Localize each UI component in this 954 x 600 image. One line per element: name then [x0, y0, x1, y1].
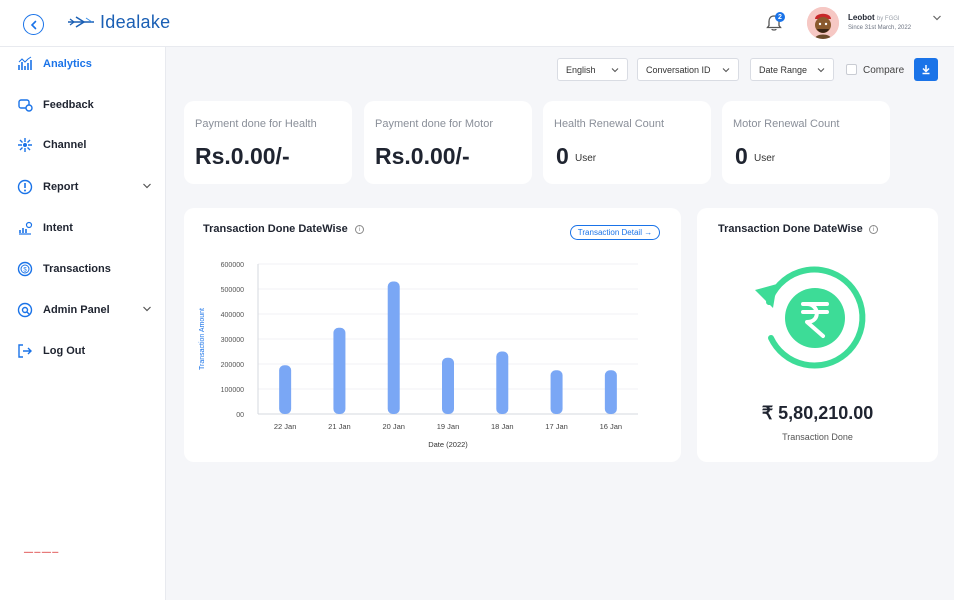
chevron-down-icon [143, 183, 151, 189]
chevron-down-icon[interactable] [932, 14, 942, 22]
stat-value: 0 [735, 143, 748, 169]
language-select[interactable]: English [557, 58, 628, 81]
language-value: English [566, 64, 596, 75]
compare-checkbox[interactable] [846, 64, 857, 75]
chevron-down-icon [611, 68, 619, 73]
sidebar-item-label: Analytics [43, 58, 92, 70]
chart-bar [333, 327, 346, 414]
user-avatar-icon [807, 7, 839, 39]
sidebar-footer-mark: ━━━ ━━ ━━━ ━━ [24, 550, 59, 556]
stat-title: Health Renewal Count [554, 118, 665, 130]
alert-circle-icon [17, 179, 33, 195]
stat-title: Payment done for Motor [375, 118, 494, 130]
admin-icon [17, 302, 33, 318]
user-name: Leobot by FGGI [848, 13, 900, 22]
intent-icon [19, 221, 33, 235]
x-tick-label: 17 Jan [545, 422, 568, 431]
y-tick-label: 100000 [221, 387, 244, 394]
sidebar-item-log-out[interactable]: Log Out [0, 336, 165, 366]
compare-label: Compare [863, 65, 905, 76]
chart-bar [279, 365, 292, 414]
y-tick-label: 200000 [221, 362, 244, 369]
sidebar-item-label: Report [43, 181, 79, 193]
x-tick-label: 16 Jan [600, 422, 623, 431]
user-since: Since 31st March, 2022 [848, 25, 912, 31]
app-name: Idealake [100, 12, 171, 32]
conversation-id-select[interactable]: Conversation ID [637, 58, 739, 81]
chevron-down-icon [817, 68, 825, 73]
sidebar-item-label: Admin Panel [43, 304, 110, 316]
transaction-summary-card: Transaction Done DateWise i ₹ 5,80,210.0… [697, 208, 938, 462]
x-axis-title: Date (2022) [428, 440, 468, 449]
chart-bar [387, 281, 400, 414]
stat-unit: User [575, 153, 597, 164]
date-range-value: Date Range [759, 64, 808, 75]
transaction-chart-card: Transaction Done DateWise i Transaction … [184, 208, 681, 462]
y-tick-label: 00 [236, 412, 244, 419]
chart-bar [550, 370, 563, 414]
total-amount: ₹ 5,80,210.00 [761, 403, 874, 423]
stat-value: Rs.0.00/- [195, 143, 290, 169]
chevron-down-icon [722, 68, 730, 73]
sidebar-item-feedback[interactable]: Feedback [0, 90, 165, 120]
y-tick-label: 600000 [221, 262, 244, 269]
chevron-down-icon [143, 306, 151, 312]
stat-card-health-renewal: Health Renewal Count 0 User [543, 101, 711, 184]
x-tick-label: 19 Jan [437, 422, 460, 431]
stat-card-motor-renewal: Motor Renewal Count 0 User [722, 101, 890, 184]
total-amount-label: Transaction Done [782, 432, 853, 442]
y-axis-title: Transaction Amount [199, 308, 206, 370]
sidebar-item-transactions[interactable]: $ Transactions [0, 254, 165, 284]
sidebar-item-admin-panel[interactable]: Admin Panel [0, 295, 165, 325]
sidebar-item-report[interactable]: Report [0, 172, 165, 202]
x-tick-label: 21 Jan [328, 422, 351, 431]
user-org: by FGGI [876, 16, 900, 22]
sidebar-item-intent[interactable]: Intent [0, 213, 165, 243]
chart-bar [496, 351, 509, 414]
stat-value: Rs.0.00/- [375, 143, 470, 169]
stat-title: Motor Renewal Count [733, 118, 840, 130]
sidebar-item-channel[interactable]: Channel [0, 130, 165, 160]
sidebar-item-label: Channel [43, 139, 87, 151]
coin-icon: $ [17, 261, 33, 277]
sidebar: Analytics Feedback Channel Report Intent… [0, 47, 166, 600]
notification-badge: 2 [775, 12, 785, 22]
avatar[interactable] [807, 7, 839, 39]
chart-bar [604, 370, 617, 414]
sidebar-item-analytics[interactable]: Analytics [0, 49, 165, 79]
date-range-select[interactable]: Date Range [750, 58, 834, 81]
x-tick-label: 22 Jan [274, 422, 297, 431]
summary-card-title: Transaction Done DateWise [718, 223, 863, 235]
analytics-icon [18, 56, 32, 70]
sidebar-item-label: Transactions [43, 263, 111, 275]
download-icon [922, 65, 930, 75]
sidebar-item-label: Log Out [43, 345, 86, 357]
stat-title: Payment done for Health [195, 118, 317, 130]
download-button[interactable] [914, 58, 938, 81]
y-tick-label: 400000 [221, 312, 244, 319]
y-tick-label: 500000 [221, 287, 244, 294]
stat-card-health-payment: Payment done for Health Rs.0.00/- [184, 101, 352, 184]
rupee-refresh-icon [755, 266, 866, 369]
stat-unit: User [754, 153, 776, 164]
chart-bar [442, 357, 454, 414]
channel-icon [18, 138, 32, 152]
top-header: Idealake 2 Leobot by FGGI Since 31st Mar… [0, 0, 954, 47]
stat-card-motor-payment: Payment done for Motor Rs.0.00/- [364, 101, 532, 184]
bar-chart: 600000 500000 400000 300000 200000 100000 00 22… [199, 262, 638, 449]
sidebar-item-label: Feedback [43, 99, 94, 111]
stat-value: 0 [556, 143, 569, 169]
chevron-left-icon [30, 20, 36, 29]
y-tick-label: 300000 [221, 337, 244, 344]
logout-icon [18, 344, 32, 358]
info-icon[interactable]: i [869, 225, 878, 234]
conversation-value: Conversation ID [646, 64, 711, 75]
back-button[interactable] [23, 14, 44, 35]
logo-icon [68, 16, 94, 28]
feedback-icon [18, 99, 33, 112]
x-tick-label: 18 Jan [491, 422, 514, 431]
user-name-text: Leobot [848, 13, 875, 22]
sidebar-item-label: Intent [43, 222, 73, 234]
x-tick-label: 20 Jan [382, 422, 405, 431]
